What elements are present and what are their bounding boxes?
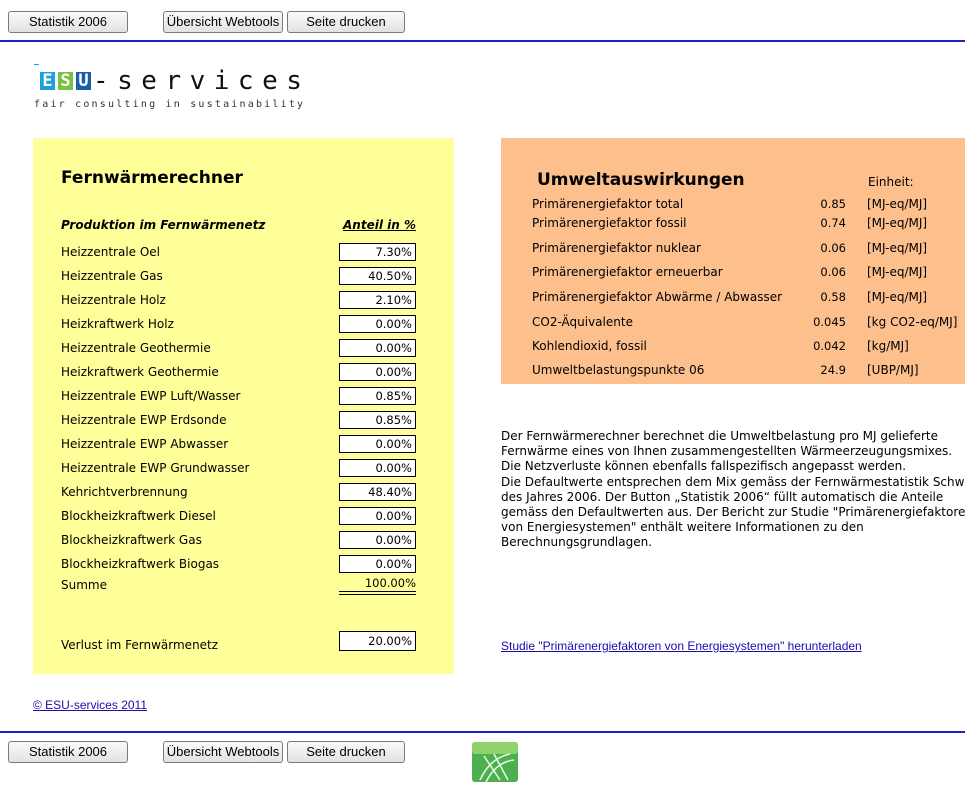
copyright-link[interactable]: © ESU-services 2011: [33, 698, 147, 712]
production-row-label: Heizzentrale Gas: [61, 269, 163, 283]
sum-value: 100.00%: [364, 576, 416, 590]
logo-accent-dot: [34, 64, 39, 65]
production-share-input[interactable]: 7.30%: [339, 243, 416, 261]
print-page-button-bottom[interactable]: Seite drucken: [287, 741, 405, 763]
share-column-header: Anteil in %: [343, 218, 416, 232]
print-page-button[interactable]: Seite drucken: [287, 11, 405, 33]
description-line: gemäss den Defaultwerten aus. Der Berich…: [501, 505, 965, 520]
production-share-input[interactable]: 2.10%: [339, 291, 416, 309]
network-loss-label: Verlust im Fernwärmenetz: [61, 638, 219, 652]
impact-row-label: Primärenergiefaktor fossil: [532, 216, 687, 230]
webtools-overview-button-bottom[interactable]: Übersicht Webtools: [163, 741, 283, 763]
production-row-label: Kehrichtverbrennung: [61, 485, 188, 499]
description-line: Berechnungsgrundlagen.: [501, 535, 653, 550]
production-row-label: Heizzentrale EWP Abwasser: [61, 437, 229, 451]
impact-row-unit: [MJ-eq/MJ]: [867, 197, 928, 211]
impact-row-value: 0.045: [813, 315, 846, 329]
network-loss-input[interactable]: 20.00%: [339, 631, 416, 651]
production-share-input[interactable]: 0.85%: [339, 387, 416, 405]
production-row-label: Blockheizkraftwerk Gas: [61, 533, 202, 547]
production-row-label: Heizzentrale EWP Erdsonde: [61, 413, 227, 427]
globe-grid-icon[interactable]: [470, 740, 520, 783]
description-line: Die Netzverluste können ebenfalls fallsp…: [501, 459, 907, 474]
study-download-link[interactable]: Studie "Primärenergiefaktoren von Energi…: [501, 639, 862, 653]
calculator-panel: Fernwärmerechner Produktion im Fernwärme…: [33, 138, 454, 674]
description-line: Fernwärme eines von Ihnen zusammengestel…: [501, 444, 953, 459]
impact-row-label: Primärenergiefaktor nuklear: [532, 241, 701, 255]
impact-row-unit: [MJ-eq/MJ]: [867, 216, 928, 230]
production-share-input[interactable]: 0.00%: [339, 555, 416, 573]
impact-row-label: Primärenergiefaktor total: [532, 197, 684, 211]
impact-row-label: Primärenergiefaktor erneuerbar: [532, 265, 723, 279]
impact-row-label: CO2-Äquivalente: [532, 315, 633, 329]
description-line: Der Fernwärmerechner berechnet die Umwel…: [501, 429, 939, 443]
production-row-label: Blockheizkraftwerk Biogas: [61, 557, 220, 571]
impact-row-unit: [kg CO2-eq/MJ]: [867, 315, 958, 329]
impact-row-label: Umweltbelastungspunkte 06: [532, 363, 705, 377]
logo-wordmark: -services: [93, 66, 311, 96]
production-share-input[interactable]: 40.50%: [339, 267, 416, 285]
sum-underline-1: [339, 591, 416, 592]
logo-letter-u: U: [76, 72, 91, 90]
production-row-label: Heizzentrale EWP Luft/Wasser: [61, 389, 241, 403]
impact-row-label: Primärenergiefaktor Abwärme / Abwasser: [532, 290, 783, 304]
statistik-2006-button[interactable]: Statistik 2006: [8, 11, 128, 33]
production-share-input[interactable]: 0.00%: [339, 507, 416, 525]
impact-row-value: 0.74: [820, 216, 846, 230]
production-row-label: Heizkraftwerk Geothermie: [61, 365, 219, 379]
description-line: von Energiesystemen" enthält weitere Inf…: [501, 520, 864, 535]
statistik-2006-button-bottom[interactable]: Statistik 2006: [8, 741, 128, 763]
production-column-header: Produktion im Fernwärmenetz: [61, 218, 266, 232]
description-line: Die Defaultwerte entsprechen dem Mix gem…: [501, 474, 965, 489]
impact-row-value: 24.9: [820, 363, 846, 377]
impact-row-unit: [UBP/MJ]: [867, 363, 919, 377]
impact-row-label: Kohlendioxid, fossil: [532, 339, 647, 353]
impact-row-value: 0.042: [813, 339, 846, 353]
production-share-input[interactable]: 0.00%: [339, 435, 416, 453]
impact-row-value: 0.06: [820, 265, 846, 279]
bottom-divider: [0, 731, 965, 733]
sum-label: Summe: [61, 578, 107, 592]
production-share-input[interactable]: 0.00%: [339, 315, 416, 333]
logo-tagline: fair consulting in sustainability: [34, 99, 306, 110]
impacts-title: Umweltauswirkungen: [537, 170, 745, 190]
unit-header: Einheit:: [868, 175, 914, 189]
webtools-overview-button[interactable]: Übersicht Webtools: [163, 11, 283, 33]
calculator-title: Fernwärmerechner: [61, 168, 243, 188]
production-share-input[interactable]: 0.00%: [339, 339, 416, 357]
impact-row-value: 0.06: [820, 241, 846, 255]
production-row-label: Heizzentrale Holz: [61, 293, 166, 307]
impact-row-value: 0.58: [820, 290, 846, 304]
production-share-input[interactable]: 0.00%: [339, 459, 416, 477]
description-text: Der Fernwärmerechner berechnet die Umwel…: [501, 429, 965, 551]
production-row-label: Heizkraftwerk Holz: [61, 317, 174, 331]
production-row-label: Heizzentrale Geothermie: [61, 341, 211, 355]
production-share-input[interactable]: 0.00%: [339, 531, 416, 549]
production-share-input[interactable]: 48.40%: [339, 483, 416, 501]
impact-row-unit: [MJ-eq/MJ]: [867, 241, 928, 255]
logo-letter-s: S: [58, 72, 73, 90]
production-share-input[interactable]: 0.85%: [339, 411, 416, 429]
production-row-label: Blockheizkraftwerk Diesel: [61, 509, 216, 523]
impact-row-unit: [kg/MJ]: [867, 339, 909, 353]
logo-letter-e: E: [40, 72, 55, 90]
impact-row-value: 0.85: [820, 197, 846, 211]
description-line: des Jahres 2006. Der Button „Statistik 2…: [501, 489, 944, 504]
production-row-label: Heizzentrale Oel: [61, 245, 161, 259]
impacts-panel: Umweltauswirkungen Einheit: Primärenergi…: [501, 138, 965, 384]
impact-row-unit: [MJ-eq/MJ]: [867, 265, 928, 279]
top-divider: [0, 40, 965, 42]
sum-underline-2: [339, 594, 416, 595]
production-row-label: Heizzentrale EWP Grundwasser: [61, 461, 250, 475]
impact-row-unit: [MJ-eq/MJ]: [867, 290, 928, 304]
production-share-input[interactable]: 0.00%: [339, 363, 416, 381]
